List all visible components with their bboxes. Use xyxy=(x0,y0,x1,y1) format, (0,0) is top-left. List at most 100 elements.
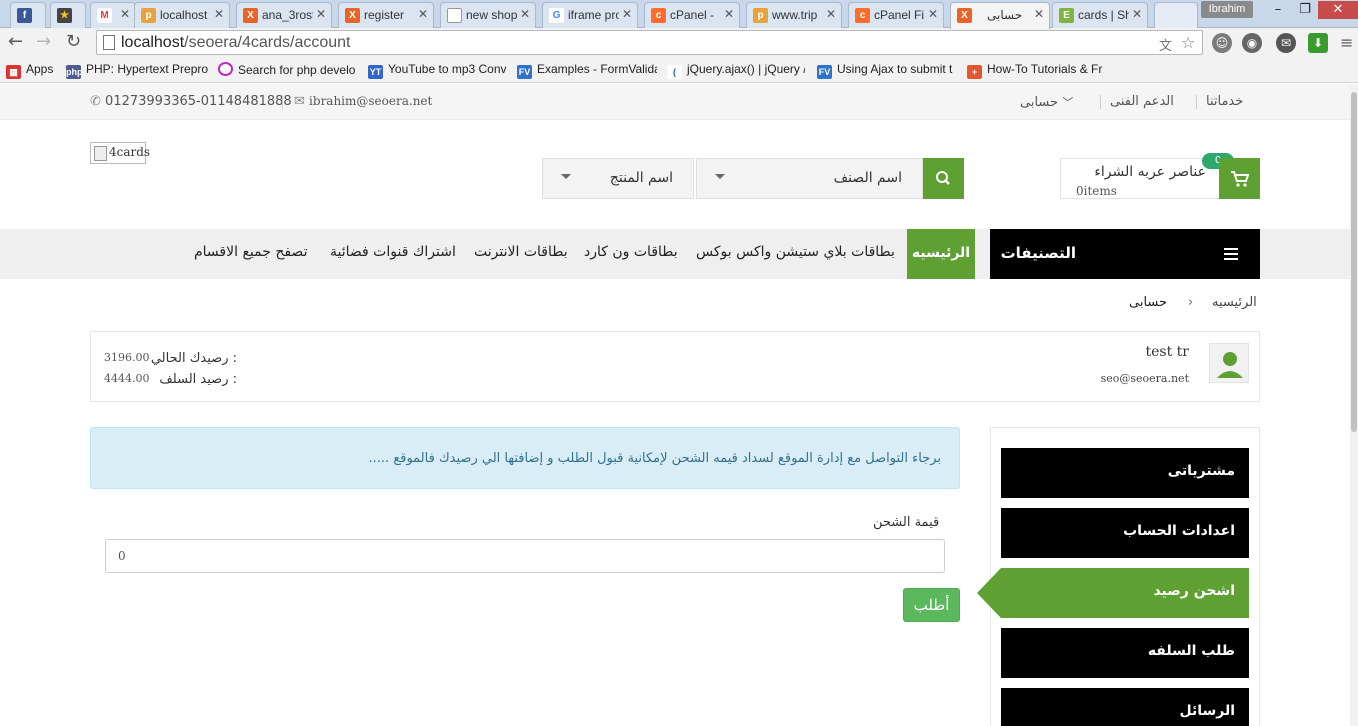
php-icon: php xyxy=(66,65,83,79)
bookmark-item[interactable]: + How-To Tutorials & Fr xyxy=(967,62,1105,79)
address-bar[interactable]: localhost/seoera/4cards/account 文 ☆ xyxy=(96,30,1203,55)
close-icon[interactable]: ✕ xyxy=(120,7,130,21)
extension-globe-icon[interactable]: ◉ xyxy=(1242,33,1262,53)
bookmark-item[interactable]: FV Examples - FormValida xyxy=(517,62,657,79)
close-icon[interactable]: ✕ xyxy=(418,7,428,21)
extension-chat-icon[interactable]: ✉ xyxy=(1276,33,1296,53)
bookmark-item[interactable]: Search for php develo xyxy=(218,62,356,77)
amount-label: قيمة الشحن xyxy=(873,515,940,530)
phone-contact: ✆ 01273993365-01148481888 xyxy=(90,94,292,109)
translate-icon[interactable]: 文 xyxy=(1159,35,1172,54)
bookmark-item[interactable]: FV Using Ajax to submit t xyxy=(817,62,957,79)
bookmark-item[interactable]: YT YouTube to mp3 Conv xyxy=(368,62,506,79)
browser-tab[interactable]: new shop ✕ xyxy=(440,2,536,28)
close-icon[interactable]: ✕ xyxy=(826,7,836,21)
window-close-icon[interactable]: ✕ xyxy=(1318,1,1358,19)
request-button[interactable]: أطلب xyxy=(903,588,960,622)
browser-tab[interactable]: Giframe pro ✕ xyxy=(542,2,638,28)
scrollbar-thumb[interactable] xyxy=(1351,92,1357,432)
sidebar-item-purchases[interactable]: مشترياتى xyxy=(1001,448,1249,498)
cart-button[interactable] xyxy=(1219,158,1260,199)
sidebar-item-account-settings[interactable]: اعدادات الحساب xyxy=(1001,508,1249,558)
back-icon[interactable]: ← xyxy=(8,33,23,51)
url-host: localhost xyxy=(121,34,185,51)
bookmark-item[interactable]: php PHP: Hypertext Prepro xyxy=(66,62,208,79)
divider xyxy=(1100,95,1101,109)
close-icon[interactable]: ✕ xyxy=(316,7,326,21)
profile-summary: test tr seo@seoera.net رصيدك الحالي : 31… xyxy=(90,331,1260,402)
browser-tab[interactable]: ★ xyxy=(50,2,86,28)
sidebar-item-advance-request[interactable]: طلب السلفه xyxy=(1001,628,1249,678)
browser-tab[interactable]: M ✕ xyxy=(90,2,136,28)
breadcrumb-separator: › xyxy=(1188,295,1194,310)
close-icon[interactable]: ✕ xyxy=(724,7,734,21)
nav-all-sections[interactable]: تصفح جميع الاقسام xyxy=(194,244,307,260)
breadcrumb-home[interactable]: الرئيسيه xyxy=(1212,295,1257,310)
browser-tab[interactable]: Xregister ✕ xyxy=(338,2,434,28)
cpanel-icon: c xyxy=(651,8,666,23)
cart-items: 0items xyxy=(1076,184,1117,198)
user-email: seo@seoera.net xyxy=(1100,372,1189,385)
support-link[interactable]: الدعم الفنى xyxy=(1110,94,1174,109)
bookmark-star-icon[interactable]: ☆ xyxy=(1181,33,1195,52)
plus-icon: + xyxy=(967,65,982,79)
search-bar: اسم المنتج اسم الصنف xyxy=(542,158,964,199)
reload-icon[interactable]: ↻ xyxy=(66,33,81,51)
categories-button[interactable]: التصنيفات xyxy=(990,229,1260,279)
xampp-icon: X xyxy=(957,8,972,23)
close-icon[interactable]: ✕ xyxy=(214,7,224,21)
account-dropdown[interactable]: حسابى ﹀ xyxy=(1020,94,1073,110)
browser-tab[interactable]: Ecards | Sh ✕ xyxy=(1052,2,1148,28)
download-icon[interactable]: ⬇ xyxy=(1308,33,1328,53)
scrollbar[interactable] xyxy=(1350,84,1358,726)
product-select[interactable]: اسم المنتج xyxy=(542,158,694,199)
new-tab-button[interactable] xyxy=(1154,2,1198,28)
nav-internet-cards[interactable]: بطاقات الانترنت xyxy=(474,244,568,260)
facebook-icon: f xyxy=(17,8,32,23)
close-icon[interactable]: ✕ xyxy=(928,7,938,21)
minimize-icon[interactable]: – xyxy=(1264,1,1292,19)
cpanel-icon: c xyxy=(855,8,870,23)
close-icon[interactable]: ✕ xyxy=(622,7,632,21)
close-icon[interactable]: ✕ xyxy=(520,7,530,21)
browser-tab-active[interactable]: X حسابى ✕ xyxy=(950,2,1050,29)
advance-label: رصيد السلف : xyxy=(159,372,237,387)
profile-chip[interactable]: Ibrahim xyxy=(1201,1,1253,18)
services-link[interactable]: خدماتنا xyxy=(1206,94,1243,109)
alert-text: ..... برجاء التواصل مع إدارة الموقع لسدا… xyxy=(368,451,941,466)
nav-playstation-xbox[interactable]: بطاقات بلاي ستيشن واكس بوكس xyxy=(696,244,895,260)
browser-tab[interactable]: p www.trip ✕ xyxy=(746,2,842,28)
user-icon xyxy=(1217,352,1243,378)
maximize-icon[interactable]: ❐ xyxy=(1292,1,1318,19)
jquery-icon: ( xyxy=(667,65,682,79)
browser-tab[interactable]: c cPanel - ✕ xyxy=(644,2,740,28)
browser-tab[interactable]: p localhost ✕ xyxy=(134,2,230,28)
amount-input[interactable] xyxy=(105,539,945,573)
nav-home[interactable]: الرئيسيه xyxy=(907,229,975,279)
sidebar-item-recharge-balance[interactable]: اشحن رصيد xyxy=(977,568,1249,618)
url-text[interactable]: localhost/seoera/4cards/account xyxy=(121,34,350,52)
bookmark-apps[interactable]: ▦ Apps xyxy=(6,62,53,79)
search-button[interactable] xyxy=(923,158,964,199)
close-icon[interactable]: ✕ xyxy=(1034,7,1044,21)
close-icon[interactable]: ✕ xyxy=(1132,7,1142,21)
extension-icon[interactable]: ☺ xyxy=(1212,33,1232,53)
cart-title: عناصر عربه الشراء xyxy=(1094,164,1206,180)
browser-tab[interactable]: f xyxy=(10,2,46,28)
bookmark-item[interactable]: (jQuery.ajax() | jQuery / xyxy=(667,62,805,79)
category-select[interactable]: اسم الصنف xyxy=(696,158,923,199)
browser-tab[interactable]: c cPanel Fi ✕ xyxy=(848,2,944,28)
menu-icon[interactable]: ≡ xyxy=(1340,34,1353,52)
sidebar-item-messages[interactable]: الرسائل xyxy=(1001,688,1249,726)
nav-satellite[interactable]: اشتراك قنوات فضائية xyxy=(330,244,456,260)
browser-tab-strip: f ★ M ✕ p localhost ✕ Xana_3rost ✕ Xregister… xyxy=(0,0,1358,29)
balance-value: 3196.00 xyxy=(104,351,150,364)
xampp-icon: X xyxy=(345,8,360,23)
gmail-icon: M xyxy=(97,8,112,23)
site-logo[interactable]: 4cards xyxy=(90,142,150,164)
cart-widget[interactable]: عناصر عربه الشراء 0items 0 xyxy=(1060,153,1260,199)
forward-icon[interactable]: → xyxy=(36,33,51,51)
nav-onecard[interactable]: بطاقات ون كارد xyxy=(584,244,678,260)
hamburger-icon xyxy=(1224,248,1238,260)
browser-tab[interactable]: Xana_3rost ✕ xyxy=(236,2,332,28)
